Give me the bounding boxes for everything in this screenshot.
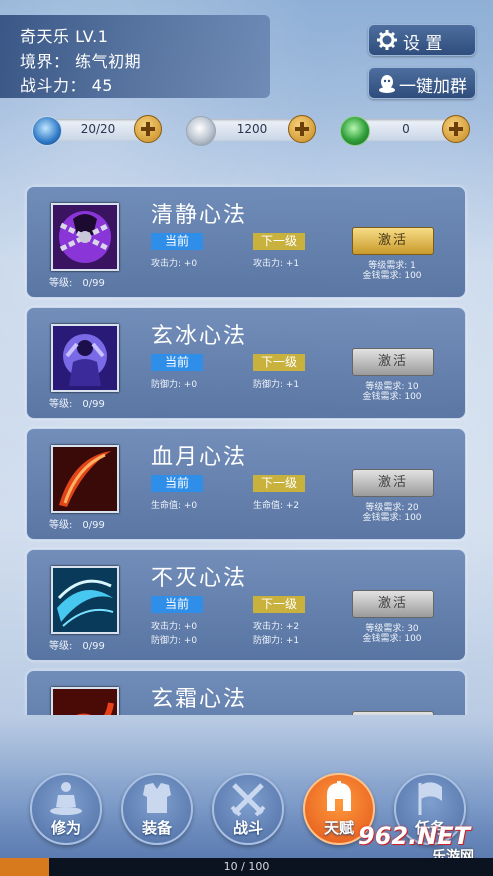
ice-vortex-icon	[53, 568, 117, 632]
skill-icon-frame	[51, 687, 119, 715]
current-stat: 防御力: +0	[151, 636, 198, 646]
skill-title: 血月心法	[151, 445, 248, 470]
site-watermark: 962.NET 乐游网	[358, 822, 488, 865]
skill-level: 等级: 0/99	[49, 641, 105, 652]
skill-icon-frame	[51, 203, 119, 271]
skill-level: 等级: 0/99	[49, 520, 105, 531]
next-level-tag: 下一级	[253, 596, 305, 613]
crossed-swords-icon	[230, 783, 266, 817]
join-group-button[interactable]: 一键加群	[368, 67, 476, 99]
gold-requirement: 金钱需求: 100	[362, 634, 422, 644]
nav-label: 修为	[50, 819, 81, 837]
skill-icon-frame	[51, 324, 119, 392]
flag-icon	[418, 782, 442, 815]
experience-text: 10 / 100	[223, 860, 270, 873]
level-requirement: 等级需求: 10	[365, 382, 419, 392]
resource-jade: 0	[340, 115, 470, 146]
meditation-icon	[50, 782, 82, 815]
skill-title: 玄冰心法	[151, 324, 248, 349]
current-stat: 防御力: +0	[151, 380, 198, 390]
activate-button[interactable]	[352, 711, 434, 715]
current-tag: 当前	[151, 233, 203, 250]
nav-equipment[interactable]: 装备	[121, 773, 193, 845]
current-tag: 当前	[151, 354, 203, 371]
player-realm: 境界： 练气初期	[20, 52, 142, 71]
gold-requirement: 金钱需求: 100	[362, 271, 422, 281]
current-stat: 生命值: +0	[151, 501, 198, 511]
next-level-tag: 下一级	[253, 354, 305, 371]
armor-icon	[143, 783, 171, 813]
resource-value: 0	[402, 122, 410, 136]
activate-button[interactable]: 激活	[352, 469, 434, 497]
add-energy-button[interactable]	[134, 115, 162, 143]
ice-warrior-icon	[53, 326, 117, 390]
next-stat: 防御力: +1	[253, 636, 300, 646]
resource-value: 20/20	[80, 122, 116, 136]
next-stat: 攻击力: +1	[253, 259, 300, 269]
activate-button[interactable]: 激活	[352, 348, 434, 376]
gold-requirement: 金钱需求: 100	[362, 513, 422, 523]
nav-cultivation[interactable]: 修为	[30, 773, 102, 845]
activate-button[interactable]: 激活	[352, 227, 434, 255]
skill-list[interactable]: 等级: 0/99 清静心法 当前 下一级 攻击力: +0 攻击力: +1 激活 等…	[0, 180, 493, 715]
level-requirement: 等级需求: 30	[365, 624, 419, 634]
next-stat: 生命值: +2	[253, 501, 300, 511]
skill-card: 等级: 0/99 清静心法 当前 下一级 攻击力: +0 攻击力: +1 激活 等…	[26, 186, 466, 298]
jade-gem-icon	[340, 116, 370, 146]
skill-level: 等级: 0/99	[49, 399, 105, 410]
next-stat: 攻击力: +2	[253, 622, 300, 632]
current-stat: 攻击力: +0	[151, 622, 198, 632]
gold-requirement: 金钱需求: 100	[362, 392, 422, 402]
skill-card: 玄霜心法	[26, 670, 466, 715]
blood-slash-icon	[53, 447, 117, 511]
skill-title: 不灭心法	[151, 566, 248, 591]
skill-title: 玄霜心法	[151, 687, 248, 712]
silver-coin-icon	[186, 116, 216, 146]
chained-demon-icon	[53, 205, 117, 269]
join-group-label: 一键加群	[399, 77, 467, 97]
energy-orb-icon	[32, 116, 62, 146]
skill-level: 等级: 0/99	[49, 278, 105, 289]
current-tag: 当前	[151, 475, 203, 492]
current-stat: 攻击力: +0	[151, 259, 198, 269]
qq-penguin-icon	[379, 75, 395, 93]
add-jade-button[interactable]	[442, 115, 470, 143]
skill-title: 清静心法	[151, 203, 248, 228]
next-level-tag: 下一级	[253, 475, 305, 492]
player-power: 战斗力： 45	[20, 76, 113, 95]
player-info-panel: 奇天乐 LV.1 境界： 练气初期 战斗力： 45	[0, 15, 270, 98]
skill-card: 等级: 0/99 血月心法 当前 下一级 生命值: +0 生命值: +2 激活 等…	[26, 428, 466, 540]
skill-card: 等级: 0/99 不灭心法 当前 下一级 攻击力: +0 防御力: +0 攻击力:…	[26, 549, 466, 661]
resource-silver: 1200	[186, 115, 316, 146]
nav-label: 装备	[141, 819, 172, 837]
nav-label: 战斗	[232, 819, 263, 837]
current-tag: 当前	[151, 596, 203, 613]
skill-card: 等级: 0/99 玄冰心法 当前 下一级 防御力: +0 防御力: +1 激活 等…	[26, 307, 466, 419]
settings-label: 设 置	[403, 34, 443, 54]
gear-icon	[377, 30, 397, 50]
player-name-level: 奇天乐 LV.1	[20, 27, 109, 46]
fire-rune-icon	[53, 689, 117, 715]
next-level-tag: 下一级	[253, 233, 305, 250]
add-silver-button[interactable]	[288, 115, 316, 143]
activate-button[interactable]: 激活	[352, 590, 434, 618]
spartan-helmet-icon	[327, 781, 351, 811]
skill-icon-frame	[51, 445, 119, 513]
experience-bar: 10 / 100	[0, 858, 493, 876]
resource-value: 1200	[236, 122, 268, 136]
level-requirement: 等级需求: 1	[368, 261, 416, 271]
nav-battle[interactable]: 战斗	[212, 773, 284, 845]
skill-icon-frame	[51, 566, 119, 634]
settings-button[interactable]: 设 置	[368, 24, 476, 56]
next-stat: 防御力: +1	[253, 380, 300, 390]
level-requirement: 等级需求: 20	[365, 503, 419, 513]
resource-energy: 20/20	[32, 115, 162, 146]
